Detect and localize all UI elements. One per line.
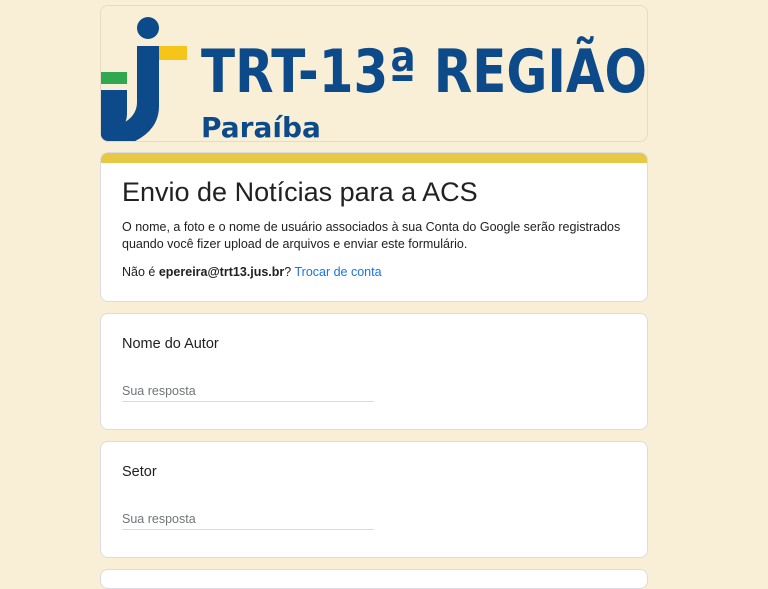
form-header-card: Envio de Notícias para a ACS O nome, a f… xyxy=(100,152,648,302)
question-label: Setor xyxy=(122,464,157,480)
question-card-next xyxy=(100,569,648,589)
switch-account-link[interactable]: Trocar de conta xyxy=(294,265,381,279)
header-banner: TRT-13ª REGIÃO Paraíba xyxy=(100,5,648,142)
org-name: TRT-13ª REGIÃO xyxy=(201,35,647,107)
sector-input[interactable] xyxy=(122,508,374,530)
accent-bar xyxy=(101,153,647,163)
account-line: Não é epereira@trt13.jus.br? Trocar de c… xyxy=(122,264,382,281)
question-card-sector: Setor xyxy=(100,441,648,558)
form-description: O nome, a foto e o nome de usuário assoc… xyxy=(122,220,621,251)
trt13-logo: TRT-13ª REGIÃO Paraíba xyxy=(101,17,647,142)
account-suffix: ? xyxy=(284,265,295,279)
logo-green-bar xyxy=(101,72,127,84)
logo-head-icon xyxy=(137,17,159,39)
question-label: Nome do Autor xyxy=(122,336,219,352)
author-name-input[interactable] xyxy=(122,380,374,402)
logo-yellow-bar xyxy=(159,46,187,60)
question-card-author: Nome do Autor xyxy=(100,313,648,430)
account-prefix: Não é xyxy=(122,265,159,279)
form-title: Envio de Notícias para a ACS xyxy=(122,177,478,207)
account-email: epereira@trt13.jus.br xyxy=(158,265,285,279)
region-name: Paraíba xyxy=(201,111,321,142)
